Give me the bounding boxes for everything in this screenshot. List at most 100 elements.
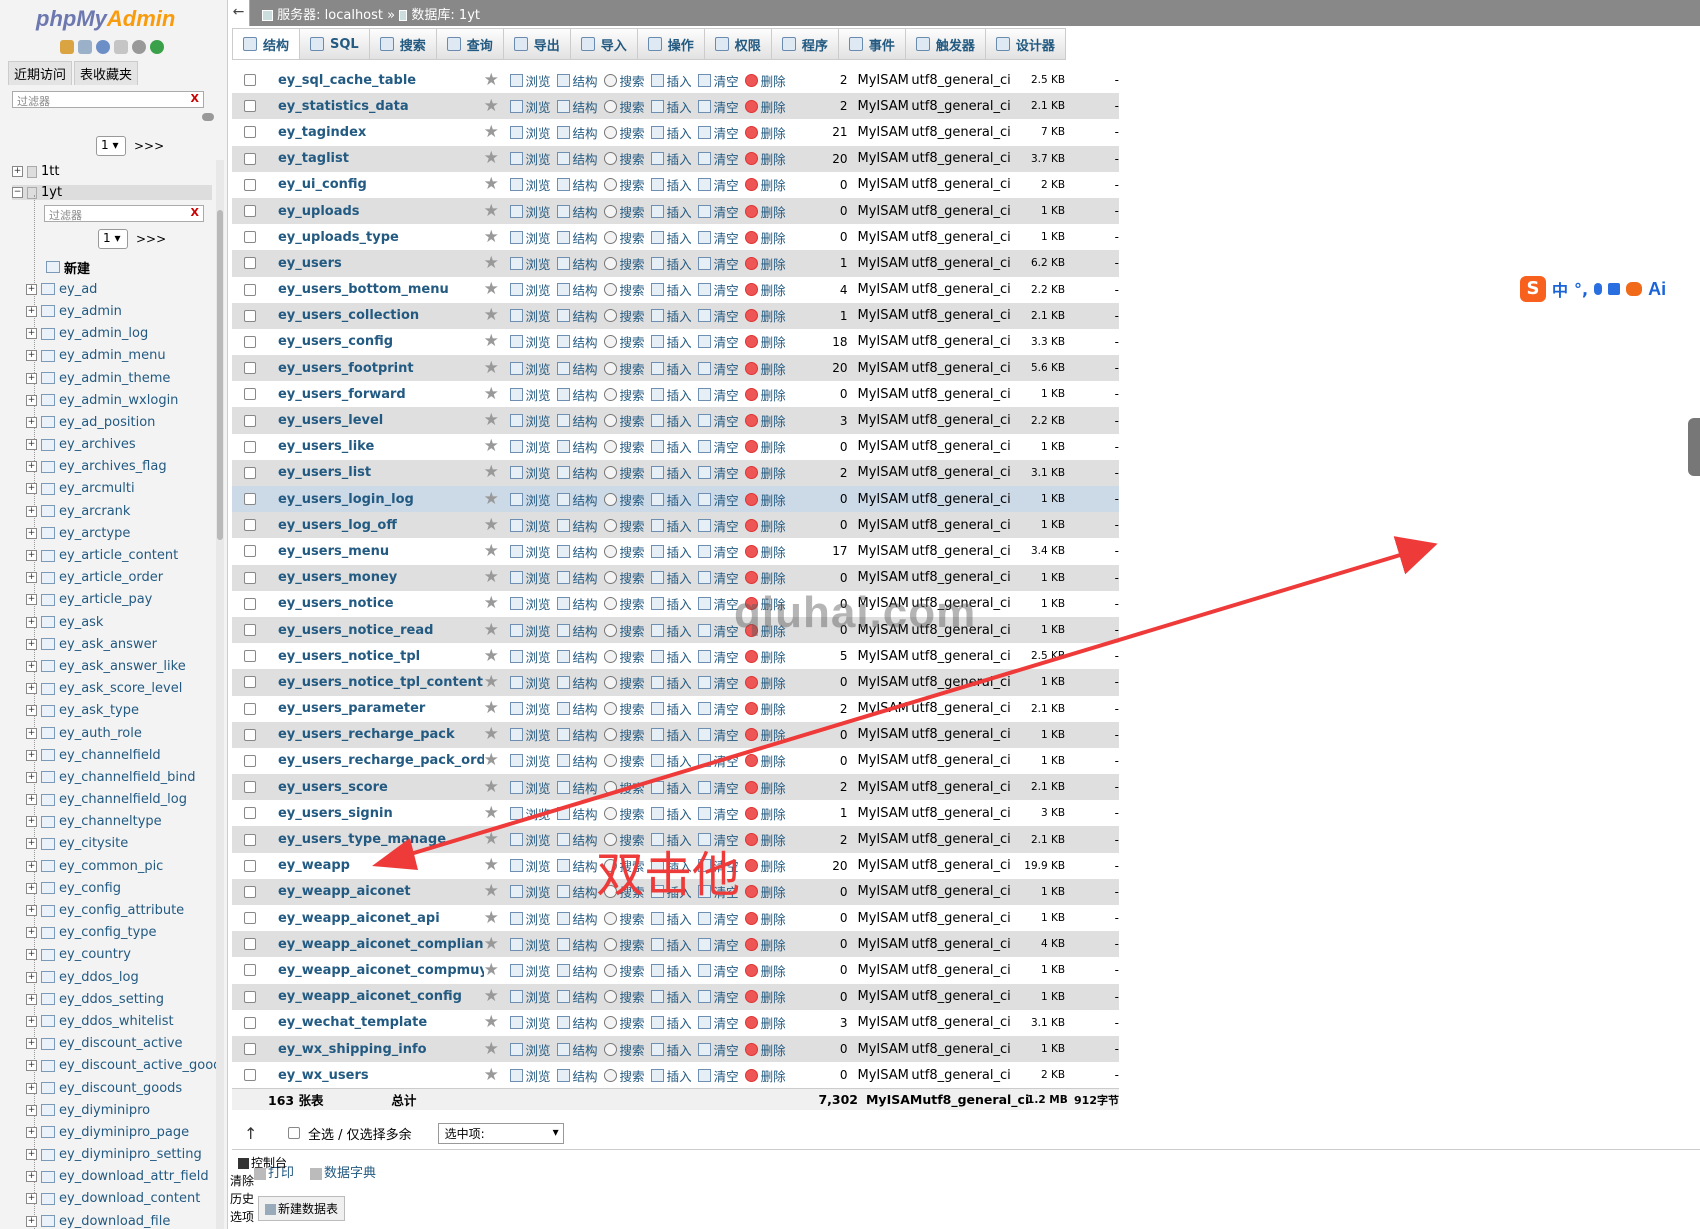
search-action[interactable]: 搜索: [603, 437, 645, 456]
table-name-link[interactable]: ey_taglist: [278, 151, 484, 166]
table-row[interactable]: ey_users_notice_tpl_content ★ 浏览 结构 搜索 插入 清空 删除…: [232, 669, 1119, 696]
browse-action[interactable]: 浏览: [509, 830, 551, 849]
empty-action[interactable]: 清空: [697, 621, 739, 640]
empty-action[interactable]: 清空: [697, 516, 739, 535]
insert-action[interactable]: 插入: [650, 1040, 692, 1059]
tree-table-item[interactable]: + ey_admin_menu: [26, 345, 226, 367]
db-item-1tt[interactable]: + 1tt: [12, 164, 59, 179]
empty-action[interactable]: 清空: [697, 882, 739, 901]
tab-search[interactable]: 搜索: [368, 28, 437, 60]
insert-action[interactable]: 插入: [650, 568, 692, 587]
drop-action[interactable]: 删除: [744, 778, 786, 797]
insert-action[interactable]: 插入: [650, 254, 692, 273]
row-checkbox[interactable]: [244, 231, 256, 244]
empty-action[interactable]: 清空: [697, 175, 739, 194]
search-action[interactable]: 搜索: [603, 594, 645, 613]
structure-action[interactable]: 结构: [556, 935, 598, 954]
table-name-link[interactable]: ey_users_recharge_pack_order: [278, 753, 484, 768]
table-name-link[interactable]: ey_tagindex: [278, 125, 484, 140]
table-row[interactable]: ey_weapp_aiconet_compliance ★ 浏览 结构 搜索 插入 清空 删除…: [232, 931, 1119, 958]
search-action[interactable]: 搜索: [603, 804, 645, 823]
tree-table-item[interactable]: + ey_ad_position: [26, 411, 226, 433]
table-name-link[interactable]: ey_users_menu: [278, 544, 484, 559]
insert-action[interactable]: 插入: [650, 882, 692, 901]
recent-tab[interactable]: 近期访问: [8, 61, 73, 85]
table-row[interactable]: ey_weapp ★ 浏览 结构 搜索 插入 清空 删除 20 MyISAM utf8_genera…: [232, 852, 1119, 879]
row-checkbox[interactable]: [244, 597, 256, 610]
table-row[interactable]: ey_users_score ★ 浏览 结构 搜索 插入 清空 删除 2 MyISAM utf8_g…: [232, 774, 1119, 801]
empty-action[interactable]: 清空: [697, 647, 739, 666]
table-row[interactable]: ey_weapp_aiconet_api ★ 浏览 结构 搜索 插入 清空 删除 0 MyISAM…: [232, 905, 1119, 932]
table-row[interactable]: ey_users_notice ★ 浏览 结构 搜索 插入 清空 删除 0 MyISAM utf8_…: [232, 590, 1119, 617]
structure-action[interactable]: 结构: [556, 856, 598, 875]
empty-action[interactable]: 清空: [697, 463, 739, 482]
expand-icon[interactable]: +: [26, 505, 37, 517]
search-action[interactable]: 搜索: [603, 175, 645, 194]
expand-icon[interactable]: +: [26, 372, 37, 384]
tab-events[interactable]: 事件: [837, 28, 906, 60]
favorite-star-icon[interactable]: ★: [484, 647, 504, 665]
search-action[interactable]: 搜索: [603, 830, 645, 849]
keyboard-icon[interactable]: [1608, 283, 1621, 295]
tab-operations[interactable]: 操作: [636, 28, 705, 60]
empty-action[interactable]: 清空: [697, 594, 739, 613]
table-row[interactable]: ey_statistics_data ★ 浏览 结构 搜索 插入 清空 删除 2 MyISAM ut…: [232, 93, 1119, 120]
insert-action[interactable]: 插入: [650, 856, 692, 875]
expand-icon[interactable]: +: [26, 594, 37, 606]
expand-icon[interactable]: +: [26, 638, 37, 650]
favorite-star-icon[interactable]: ★: [484, 97, 504, 115]
insert-action[interactable]: 插入: [650, 673, 692, 692]
expand-icon[interactable]: +: [26, 439, 37, 451]
table-name-link[interactable]: ey_users_like: [278, 439, 484, 454]
table-row[interactable]: ey_users_recharge_pack_order ★ 浏览 结构 搜索 插入 清空 删…: [232, 747, 1119, 775]
structure-action[interactable]: 结构: [556, 830, 598, 849]
insert-action[interactable]: 插入: [650, 594, 692, 613]
structure-action[interactable]: 结构: [556, 882, 598, 901]
empty-action[interactable]: 清空: [697, 1013, 739, 1032]
tree-table-item[interactable]: + ey_common_pic: [26, 855, 226, 877]
structure-action[interactable]: 结构: [556, 516, 598, 535]
tree-table-item[interactable]: + ey_discount_active: [26, 1033, 226, 1055]
drop-action[interactable]: 删除: [744, 568, 786, 587]
ime-mode[interactable]: 中: [1552, 277, 1568, 301]
empty-action[interactable]: 清空: [697, 568, 739, 587]
expand-icon[interactable]: +: [26, 1126, 37, 1138]
tree-table-item[interactable]: + ey_discount_active_good: [26, 1055, 226, 1077]
row-checkbox[interactable]: [244, 335, 256, 348]
row-checkbox[interactable]: [244, 440, 256, 453]
insert-action[interactable]: 插入: [650, 647, 692, 666]
side-handle[interactable]: [1688, 418, 1700, 476]
table-name-link[interactable]: ey_weapp_aiconet_config: [278, 989, 484, 1004]
tree-table-item[interactable]: + ey_ask: [26, 611, 226, 633]
tab-triggers[interactable]: 触发器: [904, 28, 986, 60]
browse-action[interactable]: 浏览: [509, 647, 551, 666]
empty-action[interactable]: 清空: [697, 149, 739, 168]
tree-table-item[interactable]: + ey_admin: [26, 300, 226, 322]
insert-action[interactable]: 插入: [650, 516, 692, 535]
favorite-star-icon[interactable]: ★: [484, 385, 504, 403]
expand-icon[interactable]: +: [26, 483, 37, 495]
tree-table-item[interactable]: + ey_ask_score_level: [26, 678, 226, 700]
search-action[interactable]: 搜索: [603, 568, 645, 587]
browse-action[interactable]: 浏览: [509, 411, 551, 430]
expand-icon[interactable]: +: [26, 816, 37, 828]
search-action[interactable]: 搜索: [603, 699, 645, 718]
favorite-star-icon[interactable]: ★: [484, 71, 504, 89]
microphone-icon[interactable]: [1594, 283, 1603, 295]
tab-export[interactable]: 导出: [502, 28, 571, 60]
table-name-link[interactable]: ey_weapp_aiconet_compmuy: [278, 963, 484, 978]
table-row[interactable]: ey_users_bottom_menu ★ 浏览 结构 搜索 插入 清空 删除 4 MyISAM…: [232, 276, 1119, 303]
tree-table-item[interactable]: + ey_config: [26, 877, 226, 899]
expand-icon[interactable]: +: [26, 1193, 37, 1205]
drop-action[interactable]: 删除: [744, 1040, 786, 1059]
expand-icon[interactable]: +: [26, 660, 37, 672]
search-action[interactable]: 搜索: [603, 751, 645, 770]
insert-action[interactable]: 插入: [650, 280, 692, 299]
structure-action[interactable]: 结构: [556, 437, 598, 456]
empty-action[interactable]: 清空: [697, 961, 739, 980]
search-action[interactable]: 搜索: [603, 411, 645, 430]
table-name-link[interactable]: ey_weapp_aiconet: [278, 884, 484, 899]
structure-action[interactable]: 结构: [556, 332, 598, 351]
expand-icon[interactable]: +: [26, 1171, 37, 1183]
table-row[interactable]: ey_users_footprint ★ 浏览 结构 搜索 插入 清空 删除 20 MyISAM u…: [232, 355, 1119, 382]
